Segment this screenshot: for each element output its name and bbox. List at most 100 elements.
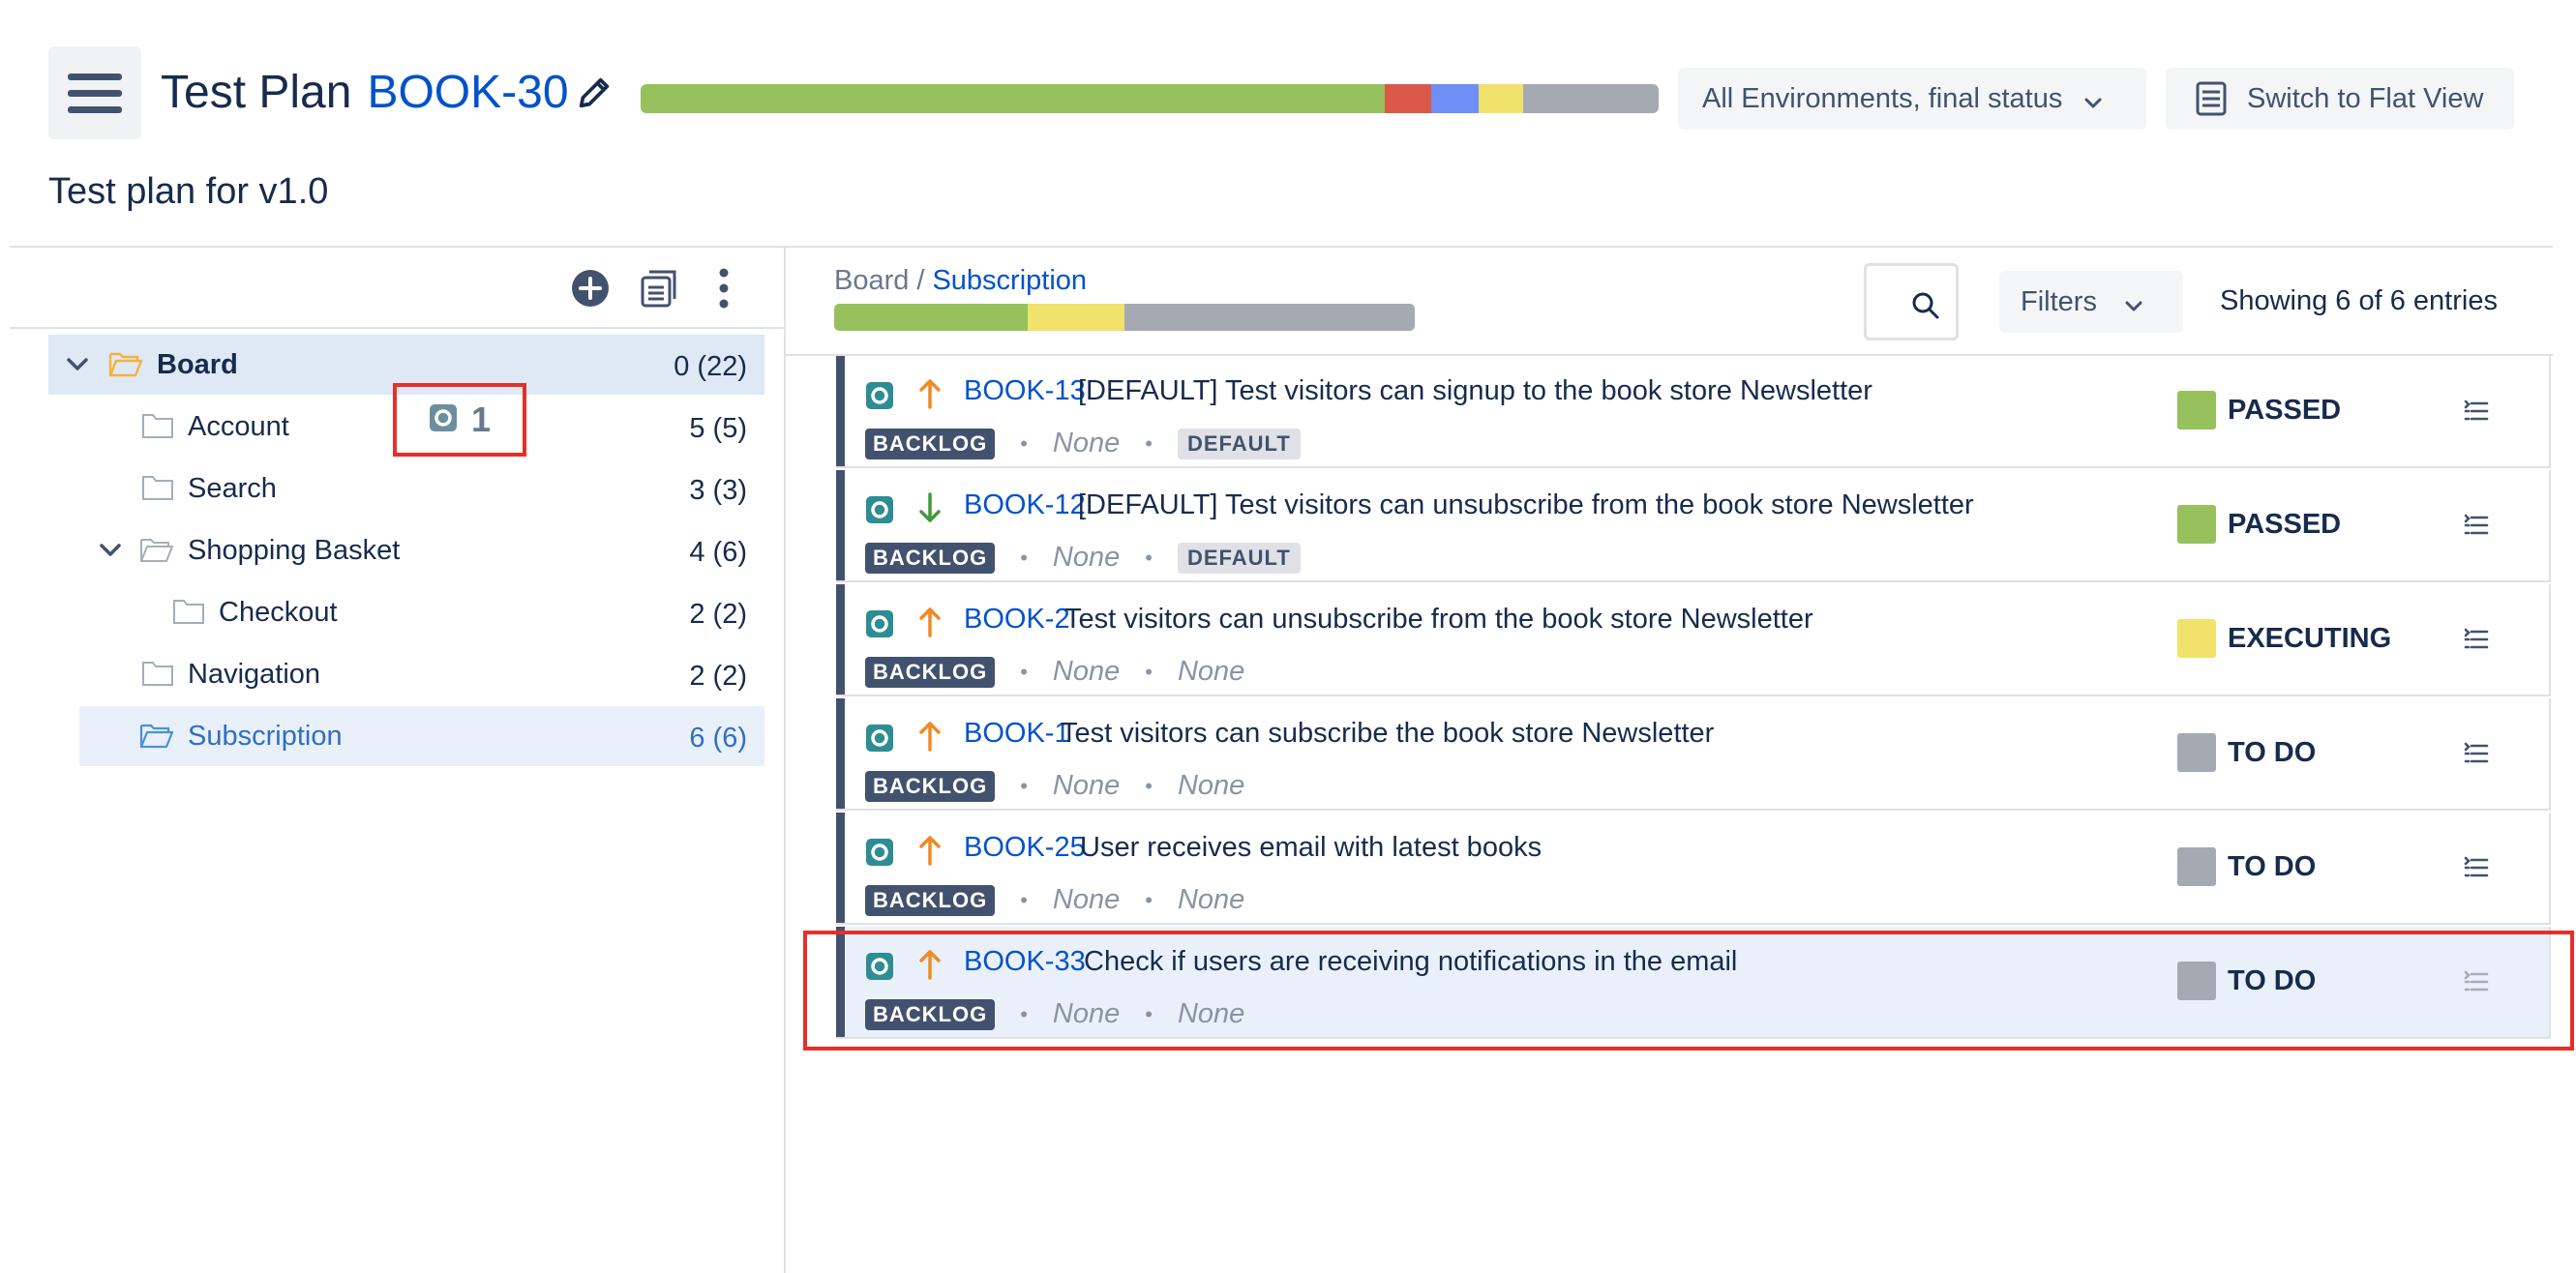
field-value: None (1052, 770, 1121, 801)
test-key-link[interactable]: BOOK-13 (964, 375, 1086, 407)
test-meta: BACKLOG • None • None (865, 884, 1244, 916)
status-label: EXECUTING (2228, 622, 2392, 654)
progress-segment-todo (1523, 84, 1659, 113)
progress-segment-todo (1123, 304, 1415, 331)
list-details-icon[interactable] (2462, 513, 2489, 543)
test-icon (429, 403, 458, 437)
folder-icon (141, 659, 174, 688)
breadcrumb-root[interactable]: Board (834, 265, 909, 296)
progress-segment-failed (1385, 84, 1432, 113)
status-badge: BACKLOG (865, 656, 996, 688)
menu-button[interactable] (48, 46, 141, 139)
test-key-link[interactable]: BOOK-2 (964, 604, 1070, 636)
pencil-icon[interactable] (575, 74, 614, 112)
filters-button[interactable]: Filters (1999, 271, 2183, 333)
field-value: None (1177, 656, 1245, 687)
status-label: PASSED (2228, 394, 2342, 426)
test-row[interactable]: BOOK-2 Test visitors can unsubscribe from… (836, 584, 2551, 696)
priority-high-icon (917, 377, 943, 415)
folder-open-icon (139, 721, 174, 750)
priority-high-icon (917, 606, 943, 643)
test-status[interactable]: PASSED (2177, 391, 2341, 429)
tree-item-count: 2 (2) (689, 599, 747, 630)
tree-item-count: 5 (5) (689, 413, 747, 444)
environment-select-value: All Environments, final status (1702, 82, 2063, 114)
test-summary[interactable]: [DEFAULT] Test visitors can unsubscribe … (1078, 489, 1974, 521)
test-status[interactable]: EXECUTING (2177, 619, 2391, 658)
search-input[interactable] (1864, 263, 1959, 340)
test-row[interactable]: BOOK-25 User receives email with latest b… (836, 813, 2551, 925)
test-meta: BACKLOG • None • DEFAULT (865, 428, 1301, 459)
field-value: None (1052, 428, 1121, 459)
tree-item-label: Subscription (188, 721, 343, 752)
header-divider (10, 246, 2553, 248)
folder-open-icon (108, 349, 143, 378)
test-key-link[interactable]: BOOK-1 (964, 718, 1070, 750)
folder-progress-bar (834, 304, 1415, 331)
tree-item-search[interactable]: Search 3 (3) (48, 459, 764, 518)
test-summary[interactable]: Test visitors can unsubscribe from the b… (1064, 604, 1813, 636)
list-details-icon[interactable] (2462, 627, 2489, 657)
test-key-link[interactable]: BOOK-12 (964, 489, 1086, 521)
tree-item-count: 6 (6) (689, 723, 747, 754)
row-accent-bar (836, 584, 845, 695)
status-swatch (2177, 847, 2216, 886)
test-key-link[interactable]: BOOK-25 (964, 832, 1086, 864)
test-status[interactable]: TO DO (2177, 733, 2316, 772)
switch-flat-view-button[interactable]: Switch to Flat View (2166, 68, 2514, 130)
label-tag: DEFAULT (1177, 542, 1301, 574)
tree-item-navigation[interactable]: Navigation 2 (2) (48, 644, 764, 704)
test-meta: BACKLOG • None • DEFAULT (865, 542, 1301, 574)
tree-item-count: 4 (6) (689, 537, 747, 568)
tree-item-count: 0 (22) (674, 351, 747, 382)
progress-segment-blue (1431, 84, 1479, 113)
row-accent-bar (836, 813, 845, 923)
tree-item-label: Navigation (188, 659, 321, 690)
environment-select[interactable]: All Environments, final status (1678, 68, 2146, 130)
tree-item-checkout[interactable]: Checkout 2 (2) (48, 582, 764, 642)
folder-icon (141, 473, 174, 502)
chevron-down-icon (2123, 292, 2144, 324)
plus-circle-icon (571, 269, 610, 312)
plan-description: Test plan for v1.0 (48, 171, 329, 212)
test-row[interactable]: BOOK-13 [DEFAULT] Test visitors can signu… (836, 356, 2551, 468)
list-details-icon[interactable] (2462, 741, 2489, 771)
add-tests-button[interactable] (641, 269, 677, 312)
highlight-annotation (803, 931, 2574, 1051)
chevron-down-icon[interactable] (64, 354, 91, 375)
drag-test-count: 1 (470, 400, 492, 439)
panel-splitter[interactable] (784, 247, 786, 1273)
priority-high-icon (917, 834, 943, 872)
more-options-button[interactable] (718, 267, 730, 314)
drag-test-badge[interactable]: 1 (393, 383, 526, 457)
test-summary[interactable]: User receives email with latest books (1080, 832, 1542, 864)
status-swatch (2177, 733, 2216, 772)
field-value: None (1177, 884, 1245, 915)
breadcrumb-current[interactable]: Subscription (932, 265, 1087, 296)
tree-item-subscription[interactable]: Subscription 6 (6) (79, 706, 764, 766)
tree-item-shopping-basket[interactable]: Shopping Basket 4 (6) (48, 520, 764, 580)
test-icon (865, 609, 894, 643)
status-label: TO DO (2228, 736, 2317, 768)
test-meta: BACKLOG • None • None (865, 656, 1244, 688)
add-folder-button[interactable] (571, 269, 610, 312)
status-label: TO DO (2228, 850, 2317, 882)
status-badge: BACKLOG (865, 428, 996, 459)
chevron-down-icon[interactable] (97, 540, 124, 561)
test-summary[interactable]: [DEFAULT] Test visitors can signup to th… (1078, 375, 1872, 407)
list-details-icon[interactable] (2462, 399, 2489, 429)
tree-item-label: Shopping Basket (188, 535, 401, 566)
folder-icon (172, 597, 205, 626)
label-tag: DEFAULT (1177, 428, 1301, 459)
list-details-icon[interactable] (2462, 855, 2489, 885)
test-row[interactable]: BOOK-1 Test visitors can subscribe the bo… (836, 698, 2551, 811)
test-status[interactable]: PASSED (2177, 505, 2341, 544)
test-summary[interactable]: Test visitors can subscribe the book sto… (1061, 718, 1714, 750)
test-status[interactable]: TO DO (2177, 847, 2316, 886)
progress-segment-passed (834, 304, 1028, 331)
progress-segment-executing (1478, 84, 1524, 113)
test-icon (865, 838, 894, 872)
test-row[interactable]: BOOK-12 [DEFAULT] Test visitors can unsub… (836, 470, 2551, 582)
test-icon (865, 495, 894, 529)
test-plan-key-link[interactable]: BOOK-30 (367, 64, 568, 122)
